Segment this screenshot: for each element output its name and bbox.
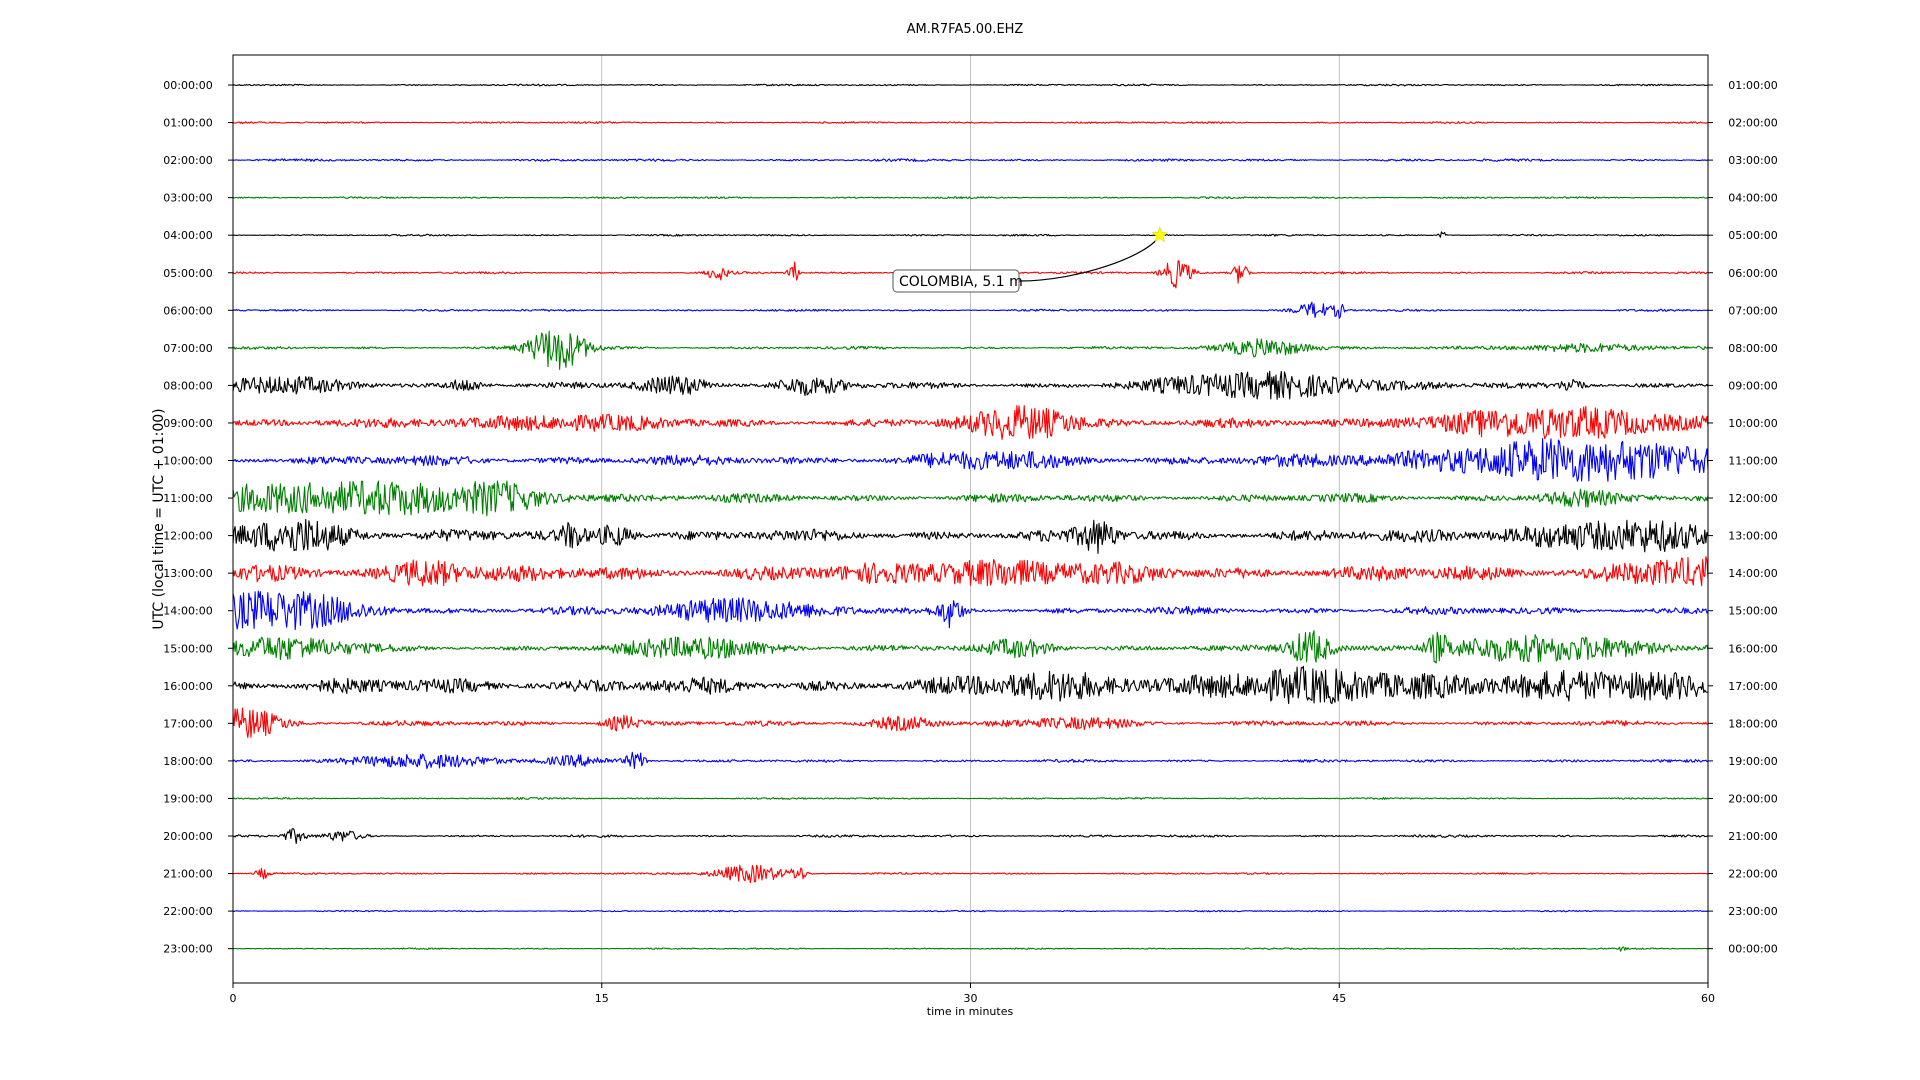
left-label-0: 00:00:00	[163, 79, 212, 92]
y-axis-label: UTC (local time = UTC + 01:00)	[151, 408, 167, 629]
figure-background	[0, 0, 1920, 1080]
right-label-10: 11:00:00	[1728, 455, 1777, 468]
left-label-14: 14:00:00	[163, 605, 212, 618]
left-label-18: 18:00:00	[163, 755, 212, 768]
left-label-8: 08:00:00	[163, 379, 212, 392]
helicorder-plot: AM.R7FA5.00.EHZ 00:00:00 01:00:00 02:00:00…	[0, 0, 1920, 1080]
right-label-13: 14:00:00	[1728, 567, 1777, 580]
right-label-18: 19:00:00	[1728, 755, 1777, 768]
x-axis-label: time in minutes	[927, 1005, 1014, 1018]
right-label-15: 16:00:00	[1728, 642, 1777, 655]
right-label-2: 03:00:00	[1728, 154, 1777, 167]
left-label-3: 03:00:00	[163, 192, 212, 205]
right-label-0: 01:00:00	[1728, 79, 1777, 92]
left-label-22: 22:00:00	[163, 905, 212, 918]
left-label-12: 12:00:00	[163, 530, 212, 543]
right-label-22: 23:00:00	[1728, 905, 1777, 918]
right-label-7: 08:00:00	[1728, 342, 1777, 355]
right-label-3: 04:00:00	[1728, 192, 1777, 205]
left-label-2: 02:00:00	[163, 154, 212, 167]
right-label-12: 13:00:00	[1728, 530, 1777, 543]
left-label-5: 05:00:00	[163, 267, 212, 280]
left-label-13: 13:00:00	[163, 567, 212, 580]
right-label-11: 12:00:00	[1728, 492, 1777, 505]
right-label-6: 07:00:00	[1728, 304, 1777, 317]
left-label-16: 16:00:00	[163, 680, 212, 693]
x-tick-label-2: 30	[964, 992, 978, 1005]
left-label-20: 20:00:00	[163, 830, 212, 843]
right-label-20: 21:00:00	[1728, 830, 1777, 843]
left-label-19: 19:00:00	[163, 792, 212, 805]
right-label-19: 20:00:00	[1728, 792, 1777, 805]
x-tick-label-4: 60	[1701, 992, 1715, 1005]
left-label-7: 07:00:00	[163, 342, 212, 355]
left-label-6: 06:00:00	[163, 304, 212, 317]
right-label-9: 10:00:00	[1728, 417, 1777, 430]
left-label-15: 15:00:00	[163, 642, 212, 655]
right-label-17: 18:00:00	[1728, 717, 1777, 730]
x-tick-label-3: 45	[1332, 992, 1346, 1005]
right-label-14: 15:00:00	[1728, 605, 1777, 618]
right-label-8: 09:00:00	[1728, 379, 1777, 392]
annotation-label: COLOMBIA, 5.1 m	[899, 274, 1023, 290]
right-label-21: 22:00:00	[1728, 868, 1777, 881]
chart-title: AM.R7FA5.00.EHZ	[907, 22, 1024, 37]
right-label-23: 00:00:00	[1728, 943, 1777, 956]
x-tick-label-0: 0	[230, 992, 237, 1005]
left-label-1: 01:00:00	[163, 117, 212, 130]
left-label-9: 09:00:00	[163, 417, 212, 430]
left-label-4: 04:00:00	[163, 229, 212, 242]
x-tick-label-1: 15	[595, 992, 609, 1005]
right-label-1: 02:00:00	[1728, 117, 1777, 130]
left-label-10: 10:00:00	[163, 455, 212, 468]
right-label-5: 06:00:00	[1728, 267, 1777, 280]
right-label-4: 05:00:00	[1728, 229, 1777, 242]
left-label-11: 11:00:00	[163, 492, 212, 505]
left-label-17: 17:00:00	[163, 717, 212, 730]
left-label-23: 23:00:00	[163, 943, 212, 956]
left-label-21: 21:00:00	[163, 868, 212, 881]
right-label-16: 17:00:00	[1728, 680, 1777, 693]
